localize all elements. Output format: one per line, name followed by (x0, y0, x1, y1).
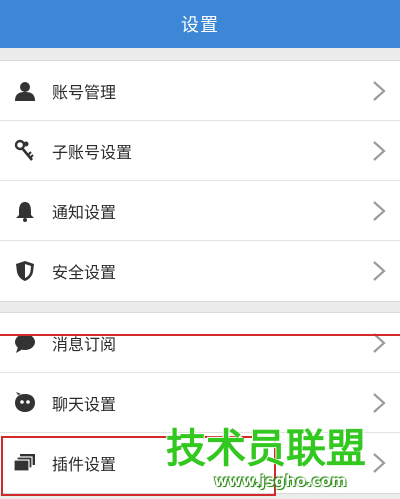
annotation-line (0, 334, 400, 336)
person-icon (12, 78, 38, 104)
settings-item-notification[interactable]: 通知设置 (0, 181, 400, 241)
settings-item-security[interactable]: 安全设置 (0, 241, 400, 301)
settings-item-label: 安全设置 (52, 263, 117, 282)
watermark-title: 技术员联盟 (166, 426, 366, 472)
settings-item-account-management[interactable]: 账号管理 (0, 61, 400, 121)
settings-item-label: 子账号设置 (52, 142, 133, 162)
chat-face-icon (12, 390, 38, 416)
chevron-right-icon (373, 140, 386, 161)
chevron-right-icon (373, 80, 386, 101)
page-title: 设置 (181, 15, 219, 36)
chevron-right-icon (373, 392, 386, 413)
settings-item-label: 聊天设置 (52, 394, 117, 414)
keys-icon (12, 138, 38, 164)
chevron-right-icon (373, 453, 386, 473)
watermark-url: www.jsgho.com (214, 472, 347, 490)
chevron-right-icon (373, 200, 386, 221)
settings-item-label: 通知设置 (52, 202, 117, 222)
shield-icon (12, 258, 38, 284)
settings-item-chat[interactable]: 聊天设置 (0, 373, 400, 433)
settings-item-label: 账号管理 (52, 82, 117, 102)
bell-icon (12, 198, 38, 224)
settings-group-account: 账号管理 子账号设置 通知设置 安全设置 (0, 60, 400, 302)
settings-item-message-subscription[interactable]: 消息订阅 (0, 313, 400, 373)
settings-screen: 设置 账号管理 子账号设置 通知设置 安全设置 消息订阅 聊天设置 插件设置 技… (0, 0, 400, 499)
app-header: 设置 (0, 0, 400, 48)
chevron-right-icon (373, 261, 386, 281)
settings-item-sub-account[interactable]: 子账号设置 (0, 121, 400, 181)
